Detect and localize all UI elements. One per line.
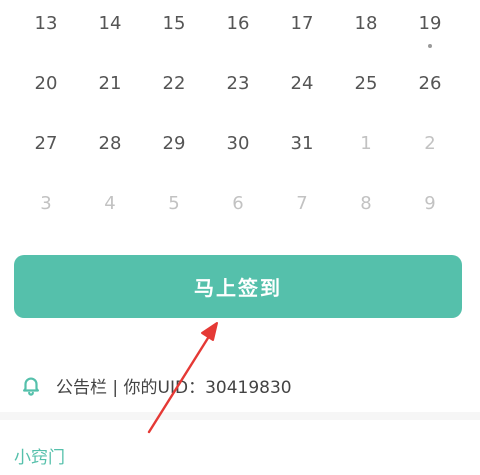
calendar-day[interactable]: 15 — [142, 4, 206, 44]
calendar-day[interactable]: 21 — [78, 64, 142, 104]
calendar-day[interactable]: 22 — [142, 64, 206, 104]
calendar-day-next-month[interactable]: 8 — [334, 184, 398, 224]
calendar-day[interactable]: 30 — [206, 124, 270, 164]
day-label: 24 — [290, 73, 314, 94]
calendar-day-next-month[interactable]: 4 — [78, 184, 142, 224]
day-label: 9 — [424, 193, 436, 214]
calendar-day-today[interactable]: 19 — [398, 4, 462, 48]
day-label: 2 — [424, 133, 436, 154]
day-label: 25 — [354, 73, 378, 94]
calendar-week-row: 13 14 15 16 17 18 19 — [14, 4, 462, 48]
day-label: 26 — [418, 73, 442, 94]
calendar-day[interactable]: 23 — [206, 64, 270, 104]
day-label: 7 — [296, 193, 308, 214]
calendar-week-row: 3 4 5 6 7 8 9 — [14, 184, 462, 224]
day-label: 23 — [226, 73, 250, 94]
calendar-day[interactable]: 27 — [14, 124, 78, 164]
day-label: 3 — [40, 193, 52, 214]
calendar-day-next-month[interactable]: 1 — [334, 124, 398, 164]
calendar-week-row: 20 21 22 23 24 25 26 — [14, 64, 462, 104]
day-label: 29 — [162, 133, 186, 154]
calendar-week-row: 27 28 29 30 31 1 2 — [14, 124, 462, 164]
calendar-day-next-month[interactable]: 9 — [398, 184, 462, 224]
calendar-day[interactable]: 24 — [270, 64, 334, 104]
calendar-day[interactable]: 29 — [142, 124, 206, 164]
notice-bar[interactable]: 公告栏 | 你的UID：30419830 — [20, 370, 292, 400]
calendar-day[interactable]: 13 — [14, 4, 78, 44]
sign-in-button[interactable]: 马上签到 — [14, 255, 462, 318]
day-label: 31 — [290, 133, 314, 154]
day-label: 5 — [168, 193, 180, 214]
day-label: 27 — [34, 133, 58, 154]
day-label: 13 — [34, 13, 58, 34]
day-label: 21 — [98, 73, 122, 94]
calendar-day-next-month[interactable]: 5 — [142, 184, 206, 224]
calendar-day-next-month[interactable]: 2 — [398, 124, 462, 164]
calendar-day-next-month[interactable]: 3 — [14, 184, 78, 224]
calendar-day[interactable]: 17 — [270, 4, 334, 44]
calendar-day-next-month[interactable]: 6 — [206, 184, 270, 224]
calendar-day[interactable]: 14 — [78, 4, 142, 44]
notice-text: 公告栏 | 你的UID：30419830 — [56, 377, 292, 398]
day-label: 17 — [290, 13, 314, 34]
day-label: 18 — [354, 13, 378, 34]
day-label: 6 — [232, 193, 244, 214]
today-dot-indicator — [428, 44, 432, 48]
day-label: 14 — [98, 13, 122, 34]
day-label: 8 — [360, 193, 372, 214]
calendar-day[interactable]: 28 — [78, 124, 142, 164]
day-label: 16 — [226, 13, 250, 34]
calendar-day[interactable]: 25 — [334, 64, 398, 104]
day-label: 28 — [98, 133, 122, 154]
day-label: 1 — [360, 133, 372, 154]
section-divider — [0, 412, 480, 420]
day-label: 19 — [418, 13, 442, 34]
calendar-day[interactable]: 26 — [398, 64, 462, 104]
bell-icon — [20, 374, 42, 396]
day-label: 22 — [162, 73, 186, 94]
day-label: 30 — [226, 133, 250, 154]
calendar-day[interactable]: 16 — [206, 4, 270, 44]
day-label: 20 — [34, 73, 58, 94]
calendar-day[interactable]: 31 — [270, 124, 334, 164]
day-label: 15 — [162, 13, 186, 34]
calendar-day[interactable]: 20 — [14, 64, 78, 104]
calendar-day[interactable]: 18 — [334, 4, 398, 44]
tips-section-title: 小窍门 — [14, 448, 65, 468]
calendar-day-next-month[interactable]: 7 — [270, 184, 334, 224]
day-label: 4 — [104, 193, 116, 214]
